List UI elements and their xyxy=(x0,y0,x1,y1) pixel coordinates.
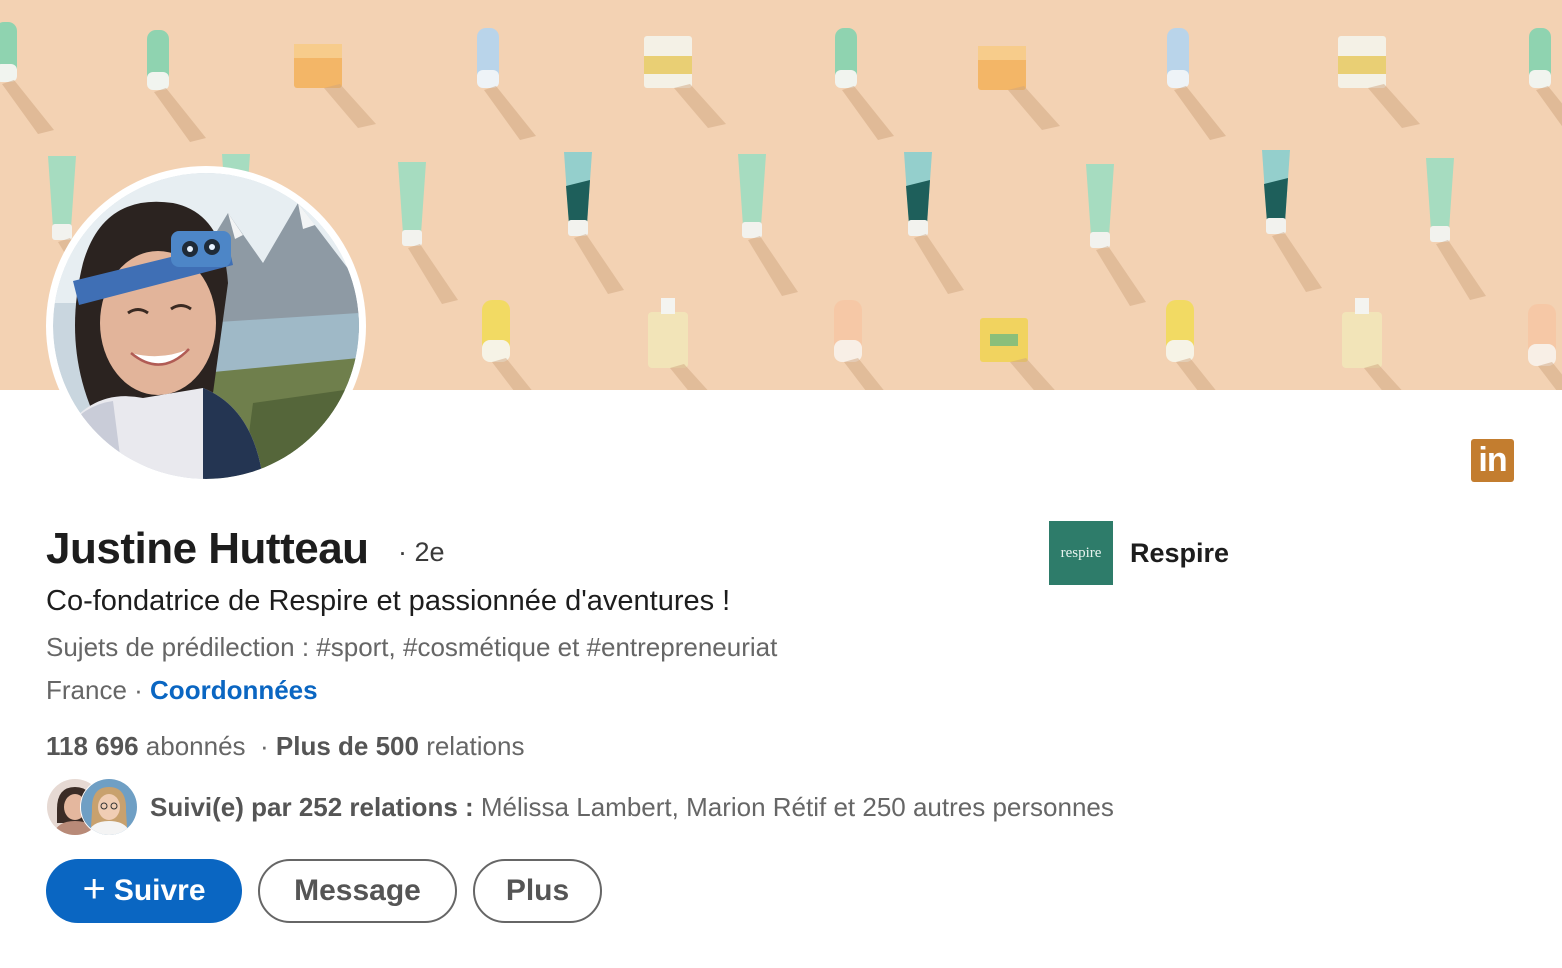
company-logo: respire xyxy=(1049,521,1113,585)
connections-label[interactable]: relations xyxy=(419,731,524,761)
linkedin-icon: in xyxy=(1471,439,1514,482)
profile-topics: Sujets de prédilection : #sport, #cosmét… xyxy=(46,632,778,662)
mutual-followers-text[interactable]: Suivi(e) par 252 relations : Mélissa Lam… xyxy=(150,792,1114,823)
mutual-followers-row[interactable]: Suivi(e) par 252 relations : Mélissa Lam… xyxy=(46,778,1114,836)
followers-count: 118 696 xyxy=(46,731,139,761)
plus-icon: + xyxy=(82,867,106,911)
profile-avatar[interactable] xyxy=(46,166,366,486)
mutual-followers-names: Mélissa Lambert, Marion Rétif et 250 aut… xyxy=(480,791,1114,822)
more-button[interactable]: Plus xyxy=(473,859,602,923)
mutual-avatar xyxy=(80,778,138,836)
contact-info-link[interactable]: Coordonnées xyxy=(150,675,318,705)
current-company[interactable]: respire Respire xyxy=(1049,521,1229,585)
location-row: France · Coordonnées xyxy=(46,675,318,706)
followers-label: abonnés xyxy=(138,731,246,761)
profile-headline: Co-fondatrice de Respire et passionnée d… xyxy=(46,585,731,617)
mutual-followers-lead: Suivi(e) par 252 relations : xyxy=(150,791,481,822)
stats-separator: · xyxy=(245,731,276,761)
profile-photo xyxy=(53,173,359,479)
follow-button[interactable]: + Suivre xyxy=(46,859,242,923)
mutual-avatars xyxy=(46,778,138,836)
profile-name: Justine Hutteau xyxy=(46,524,369,573)
message-button[interactable]: Message xyxy=(258,859,457,923)
follow-button-label: Suivre xyxy=(113,874,206,907)
company-name[interactable]: Respire xyxy=(1130,538,1229,569)
profile-card: in Justine Hutteau · 2e Co-fondatrice de… xyxy=(0,0,1562,968)
connections-count[interactable]: Plus de 500 xyxy=(276,731,419,761)
profile-location: France · xyxy=(46,675,151,705)
connection-degree: · 2e xyxy=(398,537,445,567)
stats-row: 118 696 abonnés · Plus de 500 relations xyxy=(46,731,524,762)
